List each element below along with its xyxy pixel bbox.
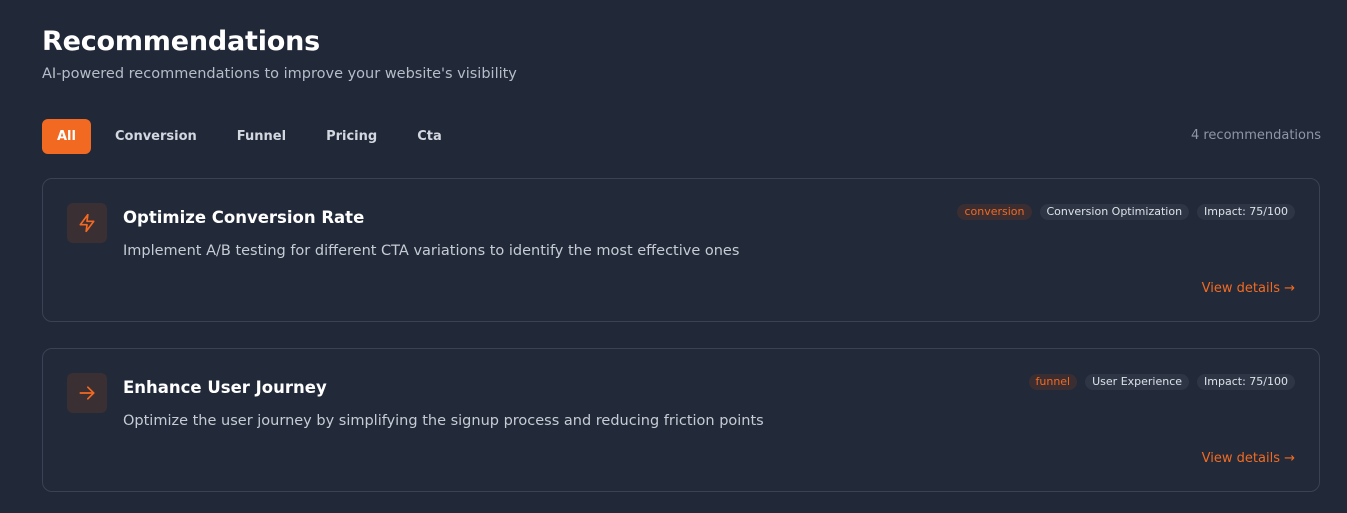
- recommendations-count: 4 recommendations: [1190, 128, 1321, 143]
- filter-tab-all[interactable]: All: [42, 119, 91, 154]
- card-tags: funnel User Experience Impact: 75/100: [1028, 374, 1295, 390]
- recommendations-page: Recommendations AI-powered recommendatio…: [0, 0, 1347, 513]
- filter-tabs: All Conversion Funnel Pricing Cta: [42, 119, 466, 154]
- impact-tag: Impact: 75/100: [1197, 374, 1295, 390]
- filter-tab-cta[interactable]: Cta: [401, 119, 458, 154]
- filter-tab-conversion[interactable]: Conversion: [99, 119, 213, 154]
- page-subtitle: AI-powered recommendations to improve yo…: [42, 66, 517, 82]
- card-description: Implement A/B testing for different CTA …: [123, 243, 740, 259]
- type-tag: Conversion Optimization: [1039, 204, 1190, 220]
- category-tag: conversion: [957, 204, 1032, 220]
- card-tags: conversion Conversion Optimization Impac…: [957, 204, 1295, 220]
- recommendation-card[interactable]: Enhance User Journey Optimize the user j…: [42, 348, 1320, 492]
- page-header: Recommendations AI-powered recommendatio…: [42, 26, 517, 84]
- recommendation-card[interactable]: Optimize Conversion Rate Implement A/B t…: [42, 178, 1320, 322]
- view-details-link[interactable]: View details →: [1202, 281, 1295, 296]
- card-title: Optimize Conversion Rate: [123, 208, 365, 227]
- filter-tab-funnel[interactable]: Funnel: [221, 119, 302, 154]
- arrow-right-icon: [67, 373, 107, 413]
- view-details-link[interactable]: View details →: [1202, 451, 1295, 466]
- category-tag: funnel: [1028, 374, 1078, 390]
- filter-tab-pricing[interactable]: Pricing: [310, 119, 393, 154]
- card-title: Enhance User Journey: [123, 378, 327, 397]
- impact-tag: Impact: 75/100: [1197, 204, 1295, 220]
- type-tag: User Experience: [1085, 374, 1190, 390]
- lightning-icon: [67, 203, 107, 243]
- page-title: Recommendations: [42, 26, 321, 57]
- card-description: Optimize the user journey by simplifying…: [123, 413, 764, 429]
